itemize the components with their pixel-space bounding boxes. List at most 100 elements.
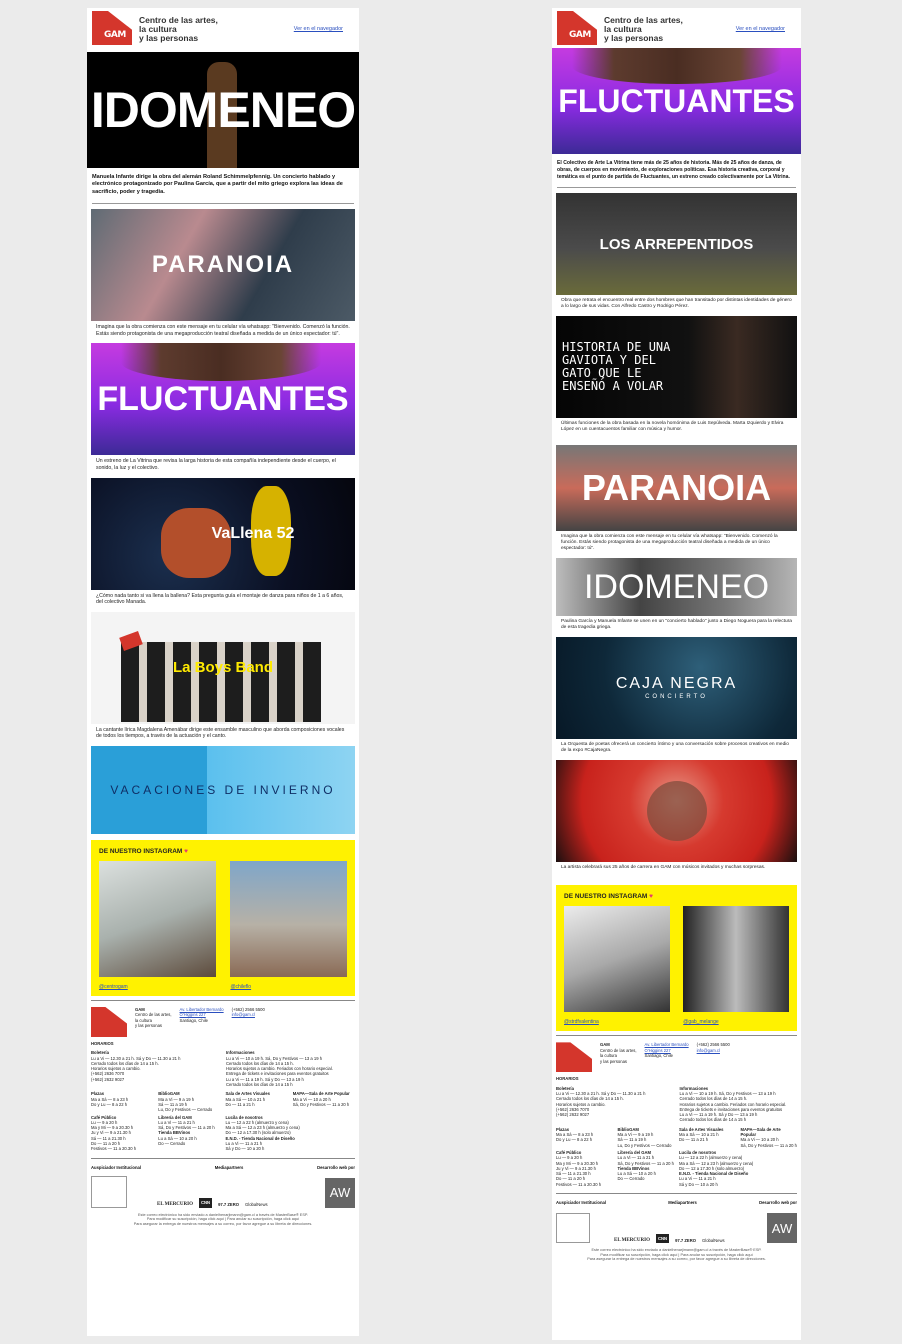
- brand-text: Centro de las artes, la cultura y las pe…: [139, 15, 218, 43]
- hours-block: MAPA—Sala de Arte Popular Ma a Vi — 10 a …: [292, 1091, 350, 1107]
- hero-title: IDOMENEO: [90, 82, 356, 138]
- instagram-photo[interactable]: [99, 860, 216, 977]
- instagram-handle[interactable]: @centrogam: [99, 984, 216, 990]
- hours-block: MAPA—Sala de Arte Popular Ma a Vi — 10 a …: [740, 1126, 797, 1148]
- view-in-browser-link[interactable]: Ver en el navegador: [736, 26, 785, 32]
- event-desc: La Orquesta de poetas ofrecerá un concie…: [561, 742, 789, 754]
- group-photo: [121, 641, 321, 722]
- hours-grid: Plazas Ma a Sá — 8 a 23 h Do y Lu — 8 a 22…: [87, 1089, 359, 1153]
- hours-block: Sala de Artes Visuales Ma a Sá — 10 a 21 …: [679, 1126, 724, 1143]
- event-title: IDOMENEO: [583, 568, 770, 607]
- event-banner-arrepentidos[interactable]: LOS ARREPENTIDOS: [556, 193, 797, 296]
- event-banner-artista[interactable]: [556, 760, 797, 863]
- event-title: HISTORIA DE UNA GAVIOTA Y DEL GATO QUE L…: [562, 340, 671, 394]
- instagram-section: DE NUESTRO INSTAGRAM ♥ @centrogam @chile…: [91, 839, 355, 996]
- instagram-title: DE NUESTRO INSTAGRAM ♥: [564, 893, 653, 901]
- intro-text: Manuela Infante dirige la obra del alemá…: [92, 174, 343, 195]
- email-right: GAM Centro de las artes, la cultura y las …: [552, 8, 801, 1340]
- hero-banner[interactable]: IDOMENEO: [87, 52, 359, 168]
- hours-block: BiblioGAM Ma a Vi — 9 a 19 h Sá — 11 a 19 …: [158, 1091, 213, 1113]
- event-desc: La artista celebrará sus 25 años de carr…: [561, 865, 766, 871]
- event-desc: La cantante lírica Magdalena Amenábar di…: [96, 726, 345, 740]
- ministerio-logo[interactable]: [556, 1213, 590, 1244]
- hours-title: HORARIOS: [556, 1076, 579, 1082]
- hours-block: Sala de Artes Visuales Ma a Sá — 10 a 21 …: [225, 1091, 270, 1107]
- event-banner-paranoia[interactable]: PARANOIA: [556, 445, 797, 532]
- event-banner-vacaciones[interactable]: VACACIONES DE INVIERNO: [91, 745, 355, 834]
- footer-address: Av. Libertador Bernardo O'Higgins 227 Sant…: [179, 1006, 224, 1023]
- gam-logo[interactable]: [91, 1006, 127, 1037]
- dancer-figure: [161, 507, 231, 578]
- view-in-browser-link[interactable]: Ver en el navegador: [294, 26, 343, 32]
- event-banner-fluctuantes[interactable]: FLUCTUANTES: [91, 343, 355, 456]
- hero-banner[interactable]: FLUCTUANTES: [552, 48, 801, 154]
- hours-block: Boletería Lu a Vi — 12.30 a 21 h. Sá y Do…: [91, 1050, 181, 1082]
- sponsors-row: Auspiciador Institucional Mediapartners De…: [556, 1200, 797, 1206]
- event-banner-cajanegra[interactable]: CAJA NEGRA CONCIERTO: [556, 637, 797, 740]
- instagram-handle[interactable]: @gab_melange: [683, 1019, 789, 1025]
- sponsor-logos: EL MERCURIO CNN 97.7 ZERO GlobalNews AW: [87, 1172, 359, 1210]
- hero-title: FLUCTUANTES: [558, 83, 795, 119]
- aw-logo[interactable]: AW: [767, 1213, 797, 1244]
- event-title: PARANOIA: [151, 251, 295, 279]
- zero-logo[interactable]: 97.7 ZERO: [218, 1202, 239, 1207]
- hours-block: Informaciones Lu a Vi — 10 a 19 h. Sá, Do…: [226, 1050, 333, 1088]
- instagram-photo[interactable]: [564, 906, 670, 1013]
- intro-text: El Colectivo de Arte La Vitrina tiene má…: [557, 160, 790, 180]
- footer-address: Av. Libertador Bernardo O'Higgins 227 Sant…: [644, 1042, 689, 1059]
- globalnews-logo[interactable]: GlobalNews: [702, 1238, 725, 1243]
- event-banner-gaviota[interactable]: HISTORIA DE UNA GAVIOTA Y DEL GATO QUE L…: [556, 316, 797, 419]
- event-desc: ¿Cómo nada tanto si va llena la ballena?…: [96, 592, 344, 606]
- instagram-photo[interactable]: [230, 860, 347, 977]
- event-desc: Obra que retrata el encuentro real entre…: [561, 298, 792, 310]
- email-header: GAM Centro de las artes, la cultura y la…: [87, 8, 359, 52]
- instagram-handle[interactable]: @strdfvalentina: [564, 1019, 670, 1025]
- gam-logo[interactable]: [556, 1042, 592, 1073]
- divider: [91, 1157, 355, 1159]
- event-desc: Últimas funciones de la obra basada en l…: [561, 421, 784, 433]
- logo-text: GAM: [104, 30, 126, 40]
- hours-block: Plazas Ma a Sá — 8 a 23 h Do y Lu — 8 a 22…: [556, 1126, 594, 1143]
- instagram-title: DE NUESTRO INSTAGRAM ♥: [99, 847, 188, 855]
- divider: [91, 999, 355, 1001]
- event-title: VaLlena 52: [211, 524, 295, 542]
- zero-logo[interactable]: 97.7 ZERO: [675, 1238, 696, 1243]
- divider: [556, 1035, 797, 1037]
- footer-contact: (+562) 2566 5500 info@gam.cl: [696, 1042, 730, 1053]
- hours-block: Boletería Lu a Vi — 12.30 a 21 h. Sá y Do…: [556, 1085, 646, 1118]
- event-title: LOS ARREPENTIDOS: [599, 235, 754, 253]
- event-title: La Boys Band: [172, 659, 274, 677]
- footer-org: GAM Centro de las artes, la cultura y las p…: [600, 1042, 637, 1064]
- instagram-handle[interactable]: @chileflo: [230, 984, 347, 990]
- gam-logo[interactable]: GAM: [92, 11, 132, 45]
- cnn-logo[interactable]: CNN: [655, 1233, 670, 1244]
- ministerio-logo[interactable]: [91, 1175, 127, 1208]
- hours-block: Plazas Ma a Sá — 8 a 23 h Do y Lu — 8 a 22…: [91, 1091, 129, 1107]
- event-title: CAJA NEGRA: [615, 675, 738, 693]
- heart-icon: ♥: [184, 847, 188, 855]
- event-desc: Imagina que la obra comienza con este me…: [96, 324, 350, 337]
- event-desc: Paulina García y Manuela Infante se unen…: [561, 619, 792, 631]
- event-banner-paranoia[interactable]: PARANOIA: [91, 209, 355, 322]
- hours-block: Librería del GAM Lu a Vi — 11 a 21 h Sá, D…: [158, 1114, 215, 1147]
- globalnews-logo[interactable]: GlobalNews: [245, 1202, 268, 1207]
- aw-logo[interactable]: AW: [325, 1177, 355, 1208]
- event-banner-boysband[interactable]: La Boys Band: [91, 611, 355, 724]
- gam-logo[interactable]: GAM: [557, 11, 597, 45]
- event-title: VACACIONES DE INVIERNO: [110, 782, 336, 797]
- cnn-logo[interactable]: CNN: [198, 1198, 213, 1208]
- instagram-photo[interactable]: [683, 906, 789, 1013]
- legal-text: Este correo electrónico ha sido enviado …: [587, 1248, 766, 1262]
- legal-text: Este correo electrónico ha sido enviado …: [133, 1212, 313, 1226]
- logo-text: GAM: [569, 30, 591, 40]
- mercurio-logo[interactable]: EL MERCURIO: [614, 1238, 650, 1243]
- divider: [557, 187, 796, 189]
- hours-title: HORARIOS: [91, 1040, 114, 1046]
- hours-block: BiblioGAM Ma a Vi — 9 a 19 h Sá — 11 a 19 …: [617, 1126, 672, 1148]
- event-banner-idomeneo[interactable]: IDOMENEO: [556, 558, 797, 617]
- footer-org: GAM Centro de las artes, la cultura y las p…: [135, 1006, 172, 1029]
- hours-top: Boletería Lu a Vi — 12.30 a 21 h. Sá y Do…: [87, 1048, 359, 1089]
- mercurio-logo[interactable]: EL MERCURIO: [157, 1202, 193, 1207]
- event-subtitle: CONCIERTO: [645, 694, 708, 701]
- event-banner-vallena[interactable]: VaLlena 52: [91, 477, 355, 590]
